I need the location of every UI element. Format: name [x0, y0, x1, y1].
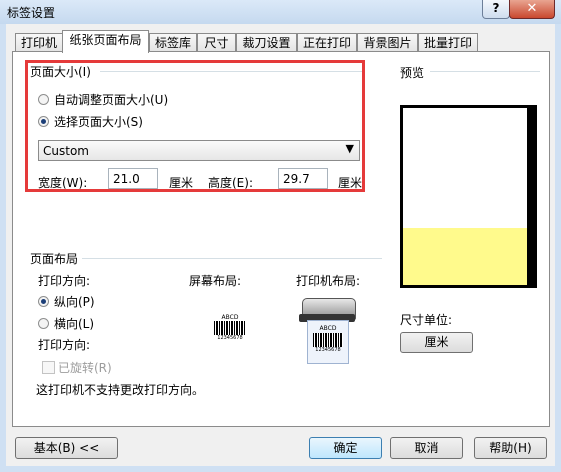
barcode-number: 12345678 — [217, 335, 243, 341]
printer-barcode-bars — [313, 333, 343, 347]
printer-layout-label: 打印机布局: — [296, 274, 361, 288]
barcode-bars — [214, 321, 246, 335]
preview-label-area — [403, 228, 527, 285]
rotated-checkbox[interactable] — [42, 361, 55, 374]
printer-barcode-text: ABCD — [319, 325, 337, 332]
layout-group-label: 页面布局 — [30, 252, 79, 266]
printer-icon: ABCD 12345678 — [297, 296, 359, 366]
ok-button[interactable]: 确定 — [309, 437, 382, 459]
units-label: 尺寸单位: — [400, 313, 453, 327]
preview-frame — [400, 105, 537, 288]
tab-batch-print[interactable]: 批量打印 — [418, 33, 478, 52]
barcode-icon: ABCD 12345678 — [214, 314, 246, 341]
cancel-button[interactable]: 取消 — [390, 437, 463, 459]
landscape-label: 横向(L) — [54, 317, 95, 331]
title-bar — [0, 0, 561, 24]
units-button[interactable]: 厘米 — [400, 332, 473, 353]
tab-paper-layout[interactable]: 纸张页面布局 — [62, 30, 149, 53]
layout-divider — [82, 258, 382, 259]
preview-label: 预览 — [400, 66, 425, 80]
orientation-label-2: 打印方向: — [38, 338, 91, 352]
basic-button[interactable]: 基本(B) << — [15, 437, 118, 459]
close-button[interactable]: ✕ — [509, 0, 555, 19]
orientation-note: 这打印机不支持更改打印方向。 — [36, 383, 205, 397]
printer-barcode-number: 12345678 — [315, 347, 341, 353]
tab-printer[interactable]: 打印机 — [15, 33, 63, 52]
preview-page — [403, 108, 527, 228]
preview-divider — [430, 71, 540, 72]
tab-size[interactable]: 尺寸 — [197, 33, 236, 52]
tab-label-library[interactable]: 标签库 — [149, 33, 197, 52]
screen-layout-label: 屏幕布局: — [189, 274, 242, 288]
rotated-label: 已旋转(R) — [58, 361, 112, 375]
help-title-button[interactable]: ? — [482, 0, 510, 19]
help-button[interactable]: 帮助(H) — [474, 437, 547, 459]
landscape-radio[interactable] — [38, 318, 49, 329]
portrait-radio[interactable] — [38, 296, 49, 307]
orientation-label: 打印方向: — [38, 274, 91, 288]
tab-background[interactable]: 背景图片 — [357, 33, 418, 52]
tab-cutter[interactable]: 裁刀设置 — [236, 33, 297, 52]
highlight-box — [25, 60, 365, 192]
printer-paper: ABCD 12345678 — [307, 320, 349, 364]
window-title: 标签设置 — [7, 6, 56, 20]
barcode-text: ABCD — [221, 314, 239, 321]
tab-printing[interactable]: 正在打印 — [297, 33, 357, 52]
portrait-label: 纵向(P) — [54, 295, 95, 309]
